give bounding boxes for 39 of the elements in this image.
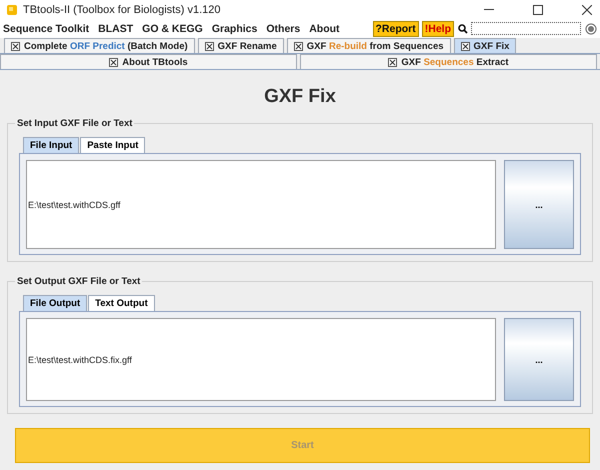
close-icon[interactable] (109, 58, 118, 66)
tab[interactable]: File Output (23, 295, 88, 311)
app-logo-icon (6, 4, 18, 16)
path-field[interactable]: E:\test\test.withCDS.fix.gff (26, 318, 496, 401)
menu-item[interactable]: Others (266, 22, 306, 34)
path-field[interactable]: E:\test\test.withCDS.gff (26, 160, 496, 249)
tab[interactable]: GXF Sequences Extract (300, 54, 597, 69)
browse-button[interactable]: ... (504, 160, 574, 249)
tab[interactable]: GXF Rename (198, 38, 284, 53)
tab[interactable]: Complete ORF Predict (Batch Mode) (4, 38, 195, 53)
close-icon[interactable] (294, 42, 303, 50)
search-field[interactable] (471, 22, 581, 35)
menu-item[interactable]: About (309, 22, 345, 34)
tab[interactable]: About TBtools (0, 54, 297, 69)
window-title: TBtools-II (Toolbox for Biologists) v1.120 (23, 4, 222, 16)
tab[interactable]: File Input (23, 137, 80, 153)
group-title: Set Output GXF File or Text (16, 276, 142, 287)
close-icon[interactable] (388, 58, 398, 66)
search-icon (458, 24, 468, 34)
close-icon[interactable] (582, 4, 592, 14)
page-heading: GXF Fix (263, 85, 337, 109)
tab[interactable]: Paste Input (80, 137, 146, 153)
maximize-icon[interactable] (533, 4, 543, 14)
radio-icon[interactable] (585, 22, 597, 34)
minimize-icon[interactable] (484, 8, 494, 10)
report-button[interactable]: ?Report (372, 20, 419, 36)
close-icon[interactable] (460, 42, 470, 50)
tab[interactable]: GXF Re-build from Sequences (286, 38, 451, 53)
help-button[interactable]: !Help (422, 20, 454, 36)
tab[interactable]: Text Output (88, 295, 155, 311)
menu-item[interactable]: BLAST (98, 22, 138, 34)
close-icon[interactable] (204, 42, 214, 50)
tab[interactable]: GXF Fix (454, 38, 516, 53)
group-title: Set Input GXF File or Text (16, 118, 134, 129)
browse-button[interactable]: ... (504, 318, 574, 401)
menu-item[interactable]: Graphics (212, 22, 262, 34)
menu-item[interactable]: Sequence Toolkit (3, 22, 94, 34)
menu-item[interactable]: GO & KEGG (142, 22, 208, 34)
close-icon[interactable] (11, 42, 20, 50)
